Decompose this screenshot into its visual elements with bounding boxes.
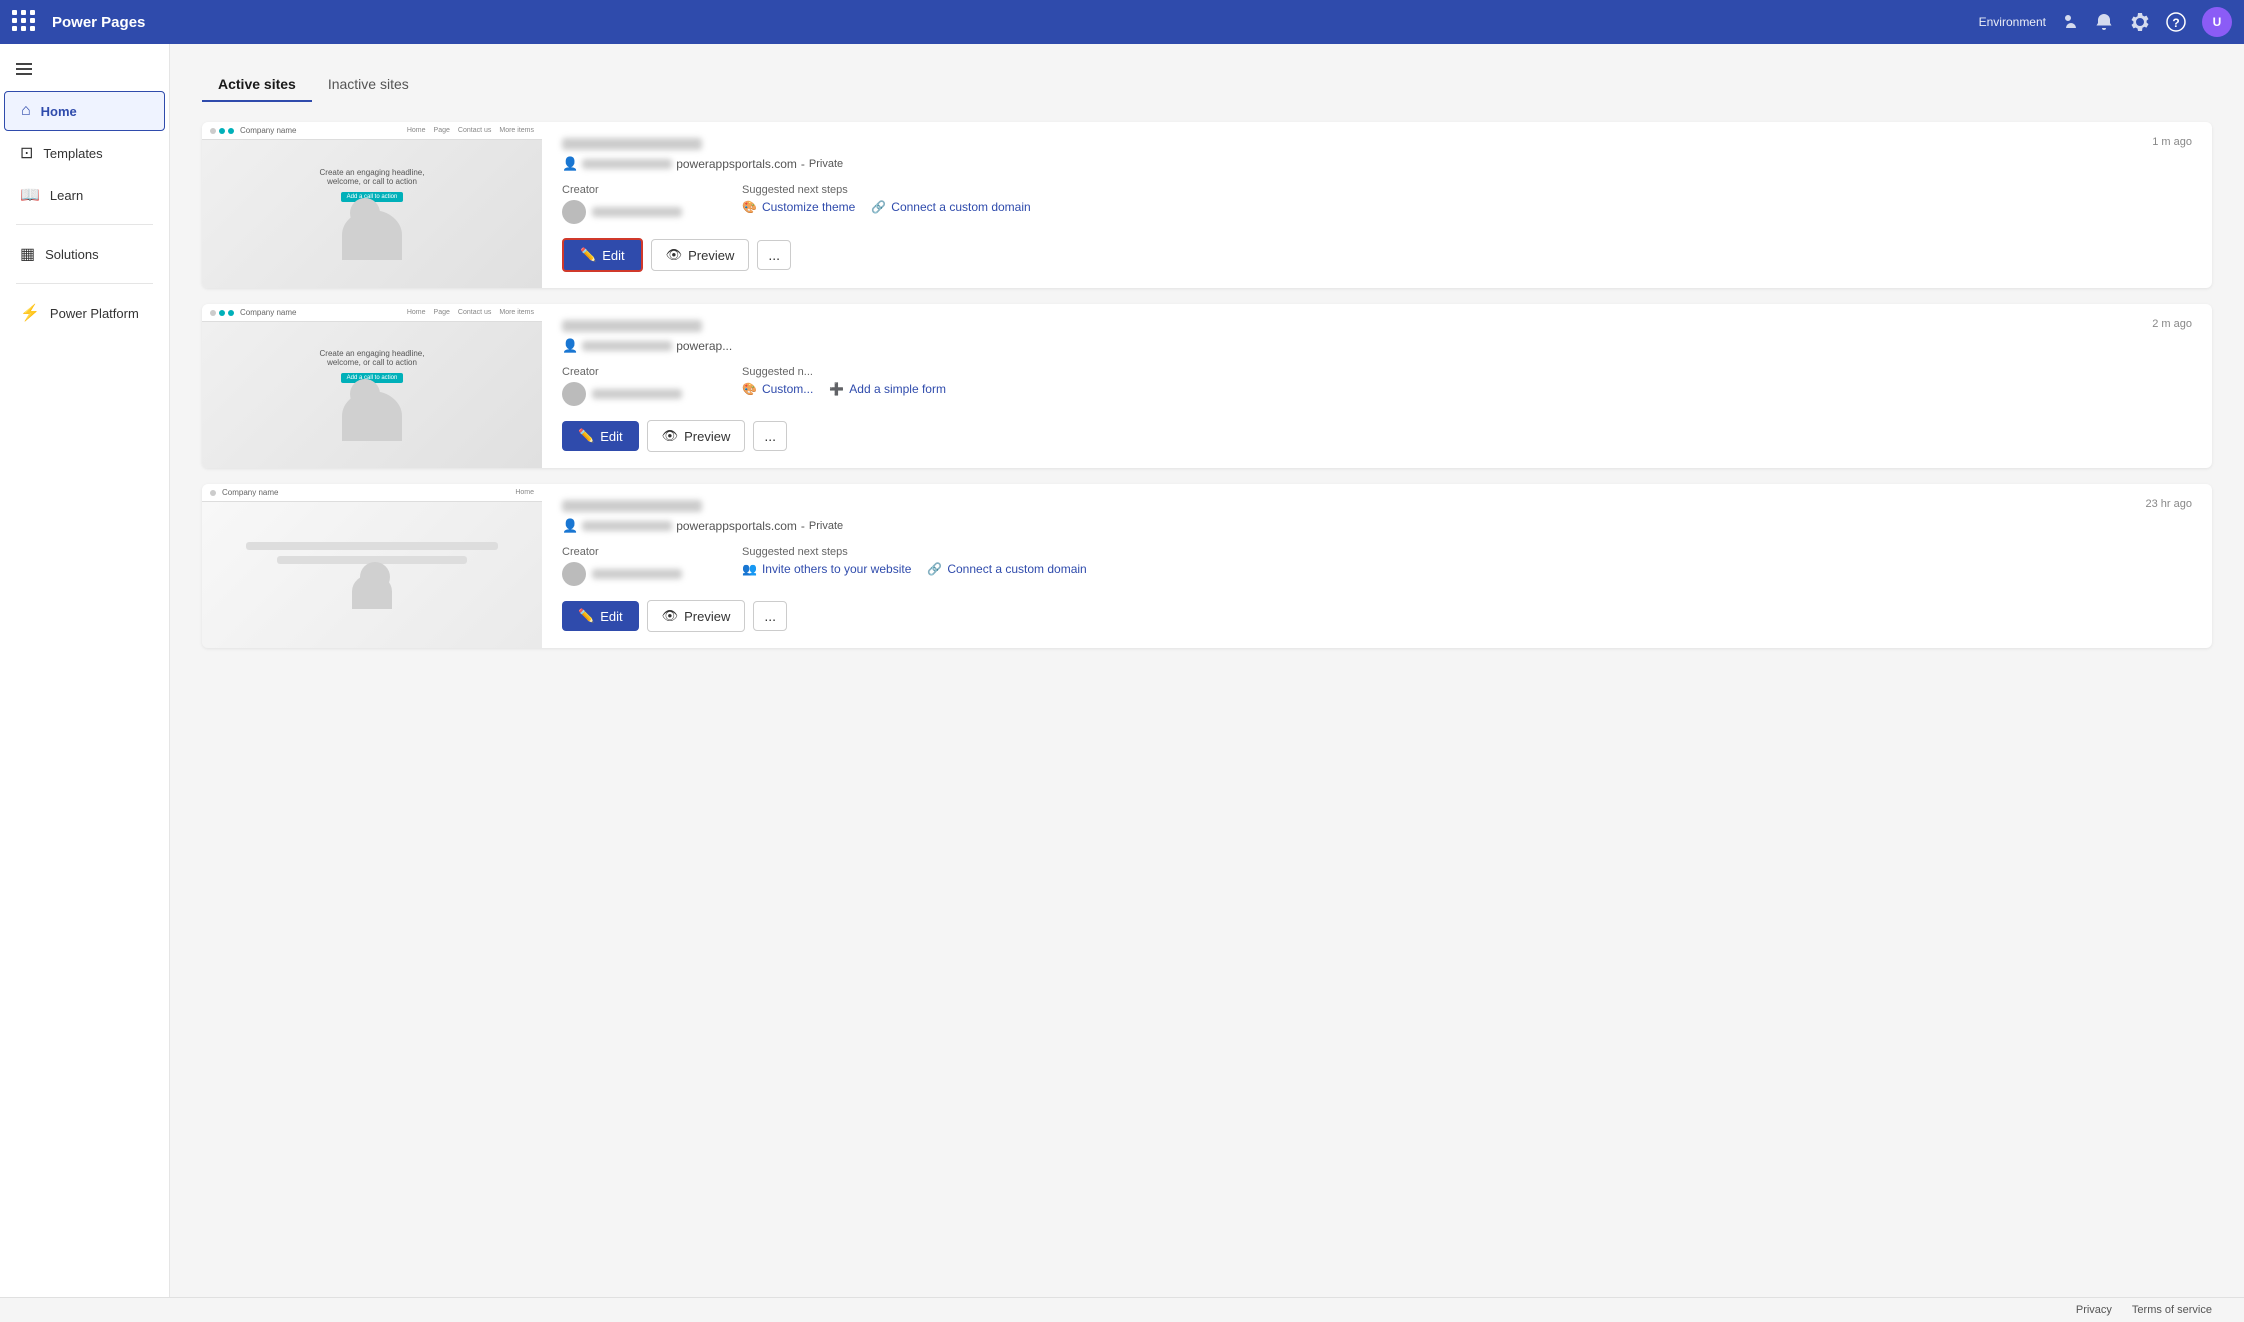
site-meta-2: Creator Suggested n... 🎨 Custom... bbox=[562, 366, 2192, 406]
site-actions-3: ✏️ Edit 👁 Preview ... bbox=[562, 600, 2192, 632]
preview-button-1[interactable]: 👁 Preview bbox=[651, 239, 750, 271]
sidebar-label-templates: Templates bbox=[43, 146, 102, 161]
site-name-1 bbox=[562, 138, 2192, 150]
site-actions-1: ✏️ Edit 👁 Preview ... bbox=[562, 238, 2192, 272]
site-card-3: Company name Home 23 hr ago 👤 powerapp bbox=[202, 484, 2212, 648]
more-button-2[interactable]: ... bbox=[753, 421, 787, 451]
sidebar-label-solutions: Solutions bbox=[45, 247, 98, 262]
environment-label: Environment bbox=[1979, 15, 2046, 29]
templates-icon: ⊡ bbox=[20, 143, 33, 163]
preview-icon-3: 👁 bbox=[662, 608, 679, 624]
site-name-2 bbox=[562, 320, 2192, 332]
site-timestamp-1: 1 m ago bbox=[2152, 136, 2192, 148]
creator-label-1: Creator bbox=[562, 184, 682, 196]
solutions-icon: ▦ bbox=[20, 244, 35, 264]
sidebar: ⌂ Home ⊡ Templates 📖 Learn ▦ Solutions ⚡… bbox=[0, 44, 170, 1297]
sidebar-divider-1 bbox=[16, 224, 153, 225]
edit-button-3[interactable]: ✏️ Edit bbox=[562, 601, 639, 631]
sidebar-item-power-platform[interactable]: ⚡ Power Platform bbox=[4, 293, 165, 333]
sidebar-item-home[interactable]: ⌂ Home bbox=[4, 91, 165, 131]
next-step-domain-3[interactable]: 🔗 Connect a custom domain bbox=[927, 562, 1086, 576]
next-step-add-form[interactable]: ➕ Add a simple form bbox=[829, 382, 946, 396]
more-button-3[interactable]: ... bbox=[753, 601, 787, 631]
site-visibility-3: Private bbox=[809, 520, 843, 532]
svg-text:?: ? bbox=[2172, 16, 2179, 30]
site-info-1: 1 m ago 👤 powerappsportals.com - Private… bbox=[542, 122, 2212, 288]
edit-icon-1: ✏️ bbox=[580, 247, 596, 263]
footer: Privacy Terms of service bbox=[0, 1297, 2244, 1322]
edit-button-2[interactable]: ✏️ Edit bbox=[562, 421, 639, 451]
waffle-menu[interactable] bbox=[12, 10, 36, 34]
site-visibility-1: Private bbox=[809, 158, 843, 170]
edit-icon-2: ✏️ bbox=[578, 428, 594, 444]
privacy-link[interactable]: Privacy bbox=[2076, 1304, 2112, 1316]
preview-icon-2: 👁 bbox=[662, 428, 679, 444]
site-url-2: 👤 powerap... bbox=[562, 338, 2192, 354]
bell-icon[interactable] bbox=[2094, 12, 2114, 32]
topbar: Power Pages Environment ? U bbox=[0, 0, 2244, 44]
help-icon[interactable]: ? bbox=[2166, 12, 2186, 32]
sidebar-label-home: Home bbox=[41, 104, 77, 119]
app-title: Power Pages bbox=[52, 14, 145, 31]
sidebar-label-power-platform: Power Platform bbox=[50, 306, 139, 321]
next-step-customize-theme[interactable]: 🎨 Customize theme bbox=[742, 200, 855, 214]
user-avatar[interactable]: U bbox=[2202, 7, 2232, 37]
preview-button-2[interactable]: 👁 Preview bbox=[647, 420, 746, 452]
next-step-customize-2[interactable]: 🎨 Custom... bbox=[742, 382, 813, 396]
edit-icon-3: ✏️ bbox=[578, 608, 594, 624]
preview-icon-1: 👁 bbox=[666, 247, 683, 263]
sidebar-label-learn: Learn bbox=[50, 188, 83, 203]
site-thumbnail-3: Company name Home bbox=[202, 484, 542, 648]
edit-button-1[interactable]: ✏️ Edit bbox=[562, 238, 643, 272]
learn-icon: 📖 bbox=[20, 185, 40, 205]
site-url-1: 👤 powerappsportals.com - Private bbox=[562, 156, 2192, 172]
main-content: Active sites Inactive sites Company name… bbox=[170, 44, 2244, 1297]
site-card-1: Company name HomePageContact usMore item… bbox=[202, 122, 2212, 288]
next-step-custom-domain[interactable]: 🔗 Connect a custom domain bbox=[871, 200, 1030, 214]
site-tabs: Active sites Inactive sites bbox=[202, 68, 2212, 102]
preview-button-3[interactable]: 👁 Preview bbox=[647, 600, 746, 632]
site-name-3 bbox=[562, 500, 2192, 512]
next-steps-3: 👥 Invite others to your website 🔗 Connec… bbox=[742, 562, 1087, 576]
sidebar-divider-2 bbox=[16, 283, 153, 284]
creator-label-3: Creator bbox=[562, 546, 682, 558]
site-domain-2: powerap... bbox=[676, 339, 732, 353]
site-meta-1: Creator Suggested next steps 🎨 Customize… bbox=[562, 184, 2192, 224]
site-thumbnail-2: Company name HomePageContact usMore item… bbox=[202, 304, 542, 468]
site-card-2: Company name HomePageContact usMore item… bbox=[202, 304, 2212, 468]
hamburger-button[interactable] bbox=[0, 52, 169, 90]
site-actions-2: ✏️ Edit 👁 Preview ... bbox=[562, 420, 2192, 452]
sidebar-item-learn[interactable]: 📖 Learn bbox=[4, 175, 165, 215]
next-steps-label-2: Suggested n... bbox=[742, 366, 946, 378]
home-icon: ⌂ bbox=[21, 102, 31, 120]
people-icon[interactable] bbox=[2058, 12, 2078, 32]
creator-label-2: Creator bbox=[562, 366, 682, 378]
next-steps-1: 🎨 Customize theme 🔗 Connect a custom dom… bbox=[742, 200, 1031, 214]
next-steps-label-3: Suggested next steps bbox=[742, 546, 1087, 558]
power-platform-icon: ⚡ bbox=[20, 303, 40, 323]
site-info-3: 23 hr ago 👤 powerappsportals.com - Priva… bbox=[542, 484, 2212, 648]
sidebar-item-solutions[interactable]: ▦ Solutions bbox=[4, 234, 165, 274]
gear-icon[interactable] bbox=[2130, 12, 2150, 32]
site-domain-3: powerappsportals.com bbox=[676, 519, 797, 533]
next-step-invite[interactable]: 👥 Invite others to your website bbox=[742, 562, 911, 576]
next-steps-2: 🎨 Custom... ➕ Add a simple form bbox=[742, 382, 946, 396]
more-button-1[interactable]: ... bbox=[757, 240, 791, 270]
site-info-2: 2 m ago 👤 powerap... Creator bbox=[542, 304, 2212, 468]
site-domain-1: powerappsportals.com bbox=[676, 157, 797, 171]
terms-link[interactable]: Terms of service bbox=[2132, 1304, 2212, 1316]
site-timestamp-2: 2 m ago bbox=[2152, 318, 2192, 330]
tab-active-sites[interactable]: Active sites bbox=[202, 68, 312, 102]
site-timestamp-3: 23 hr ago bbox=[2146, 498, 2192, 510]
site-url-3: 👤 powerappsportals.com - Private bbox=[562, 518, 2192, 534]
site-meta-3: Creator Suggested next steps 👥 Invite ot… bbox=[562, 546, 2192, 586]
site-thumbnail-1: Company name HomePageContact usMore item… bbox=[202, 122, 542, 288]
next-steps-label-1: Suggested next steps bbox=[742, 184, 1031, 196]
tab-inactive-sites[interactable]: Inactive sites bbox=[312, 68, 425, 102]
sidebar-item-templates[interactable]: ⊡ Templates bbox=[4, 133, 165, 173]
